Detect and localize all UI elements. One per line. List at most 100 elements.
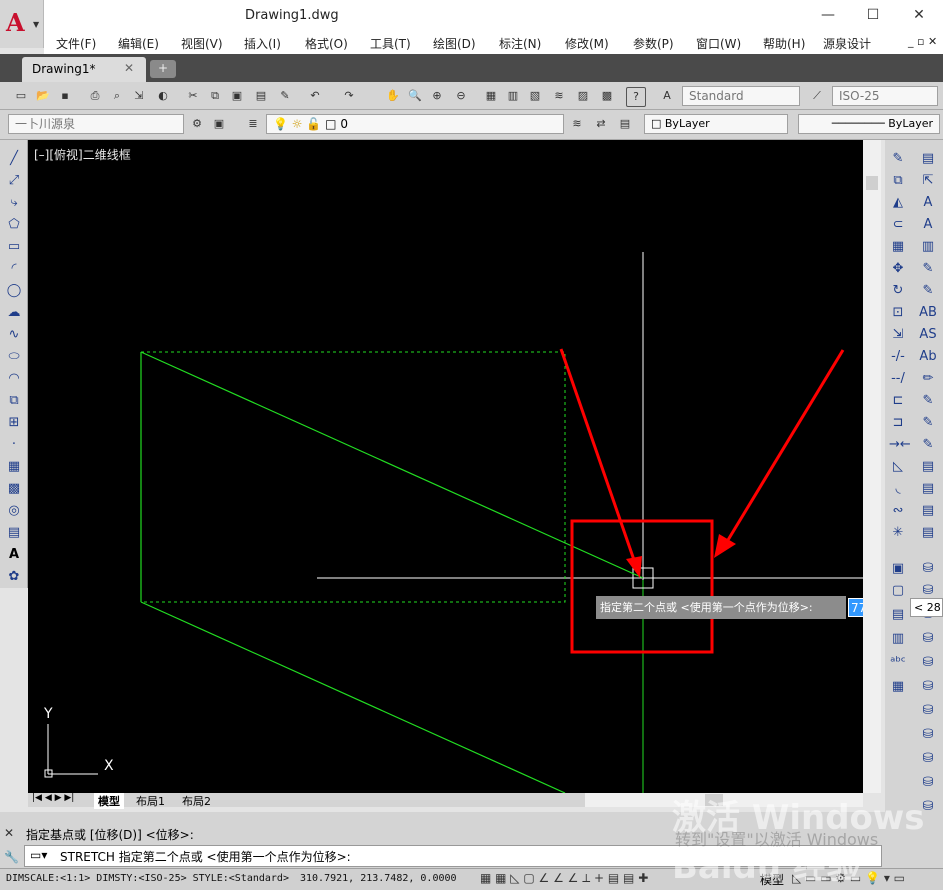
polygon-icon[interactable]: ⬠ <box>5 216 23 234</box>
layer-match-icon[interactable]: ⇱ <box>919 172 937 190</box>
save-icon[interactable]: ▪ <box>56 87 74 105</box>
drawing-canvas[interactable]: [–][俯视]二维线框 Y X 指定第二个点或 <使用第一个点作为位移>: 77… <box>28 140 863 793</box>
brush-3-icon[interactable]: ✎ <box>919 414 937 432</box>
point-icon[interactable]: · <box>5 436 23 454</box>
distance-input[interactable]: 77.7481 <box>848 598 863 617</box>
db-9-icon[interactable]: ⛁ <box>919 750 937 768</box>
mdi-window-controls[interactable]: _ ▫ ✕ <box>908 35 937 48</box>
layer-brush-icon[interactable]: ✎ <box>919 282 937 300</box>
hatch-back-icon[interactable]: ▦ <box>889 678 907 696</box>
design-center-icon[interactable]: ▥ <box>504 87 522 105</box>
menu-tools[interactable]: 工具(T) <box>370 35 411 52</box>
wrench-icon[interactable]: 🔧 <box>4 850 19 864</box>
stack-2-icon[interactable]: ▤ <box>919 480 937 498</box>
command-prompt-icon[interactable]: ▭▾ <box>30 848 47 862</box>
status-toggle-icons[interactable]: ▦ ▦ ◺ ▢ ∠ ∠ ∠ ⟂ + ▤ ▤ ✚ <box>480 871 648 886</box>
join-icon[interactable]: →← <box>889 436 911 454</box>
menu-parameter[interactable]: 参数(P) <box>633 35 674 52</box>
dim-style-select[interactable]: ISO-25 <box>832 86 938 106</box>
multiline-text-icon[interactable]: A <box>5 546 23 564</box>
print-preview-icon[interactable]: ⌕ <box>108 87 126 105</box>
pan-hand-icon[interactable]: ✋ <box>384 87 402 105</box>
close-button[interactable]: ✕ <box>904 4 934 26</box>
tab-layout1[interactable]: 布局1 <box>136 793 165 809</box>
db-8-icon[interactable]: ⛁ <box>919 726 937 744</box>
menu-format[interactable]: 格式(O) <box>305 35 348 52</box>
offset-icon[interactable]: ⊂ <box>889 216 907 234</box>
3d-dwf-icon[interactable]: ◐ <box>154 87 172 105</box>
layer-previous-icon[interactable]: ⇄ <box>592 115 610 133</box>
angle-input[interactable]: < 28 <box>910 598 943 617</box>
erase-icon[interactable]: ✎ <box>889 150 907 168</box>
trim-icon[interactable]: -/- <box>889 348 907 366</box>
ab2-icon[interactable]: Ab <box>919 348 937 366</box>
match-properties-icon[interactable]: ▤ <box>252 87 270 105</box>
color-brush-icon[interactable]: ✎ <box>919 260 937 278</box>
send-back-icon[interactable]: ▤ <box>889 606 907 624</box>
rotate-icon[interactable]: ↻ <box>889 282 907 300</box>
sheet-set-icon[interactable]: ≋ <box>550 87 568 105</box>
brush-icon[interactable]: ✎ <box>276 87 294 105</box>
hatch-icon[interactable]: ▦ <box>5 458 23 476</box>
help-icon[interactable]: ? <box>626 87 646 107</box>
layer-select[interactable]: 💡 ☼ 🔓 □ 0 <box>266 114 564 134</box>
stretch-icon[interactable]: ⇲ <box>889 326 907 344</box>
menu-insert[interactable]: 插入(I) <box>244 35 281 52</box>
color-select[interactable]: □ ByLayer <box>644 114 788 134</box>
menu-window[interactable]: 窗口(W) <box>696 35 741 52</box>
scroll-thumb-vertical[interactable] <box>866 176 878 190</box>
db-7-icon[interactable]: ⛁ <box>919 702 937 720</box>
make-current-layer-icon[interactable]: ≋ <box>568 115 586 133</box>
insert-block-icon[interactable]: ⧉ <box>5 392 23 410</box>
db-4-icon[interactable]: ⛁ <box>919 630 937 648</box>
zoom-window-icon[interactable]: ⊕ <box>428 87 446 105</box>
break-at-point-icon[interactable]: ⊏ <box>889 392 907 410</box>
stack-3-icon[interactable]: ▤ <box>919 502 937 520</box>
menu-edit[interactable]: 编辑(E) <box>118 35 159 52</box>
text-a-icon[interactable]: A <box>919 194 937 212</box>
print-icon[interactable]: ⎙ <box>86 87 104 105</box>
tab-model[interactable]: 模型 <box>94 793 124 809</box>
viewport-label[interactable]: [–][俯视]二维线框 <box>34 146 131 163</box>
db-6-icon[interactable]: ⛁ <box>919 678 937 696</box>
make-block-icon[interactable]: ⊞ <box>5 414 23 432</box>
copy-object-icon[interactable]: ⧉ <box>889 172 907 190</box>
chamfer-icon[interactable]: ◺ <box>889 458 907 476</box>
close-tab-icon[interactable]: ✕ <box>124 61 134 75</box>
fillet-icon[interactable]: ◟ <box>889 480 907 498</box>
ab-icon[interactable]: AB <box>919 304 937 322</box>
region-icon[interactable]: ◎ <box>5 502 23 520</box>
markup-icon[interactable]: ▨ <box>574 87 592 105</box>
layout-nav-arrows[interactable]: |◀ ◀ ▶ ▶| <box>32 793 74 803</box>
stack-4-icon[interactable]: ▤ <box>919 524 937 542</box>
line-icon[interactable]: ╱ <box>5 150 23 168</box>
application-menu-button[interactable]: A ▼ <box>0 0 44 48</box>
ellipse-icon[interactable]: ⬭ <box>5 348 23 366</box>
polyline-icon[interactable]: ⤷ <box>5 194 23 212</box>
text-style-select[interactable]: Standard <box>682 86 800 106</box>
zoom-realtime-icon[interactable]: 🔍 <box>406 87 424 105</box>
db-5-icon[interactable]: ⛁ <box>919 654 937 672</box>
spline-icon[interactable]: ∿ <box>5 326 23 344</box>
rectangle-icon[interactable]: ▭ <box>5 238 23 256</box>
menu-view[interactable]: 视图(V) <box>181 35 223 52</box>
zoom-previous-icon[interactable]: ⊖ <box>452 87 470 105</box>
cut-icon[interactable]: ✂ <box>184 87 202 105</box>
minimize-button[interactable]: — <box>813 4 843 26</box>
menu-yuanquan[interactable]: 源泉设计 <box>823 35 871 52</box>
new-file-icon[interactable]: ▭ <box>12 87 30 105</box>
brush-4-icon[interactable]: ✎ <box>919 436 937 454</box>
abc-icon[interactable]: ᵃᵇᶜ <box>889 654 907 672</box>
circle-icon[interactable]: ◯ <box>5 282 23 300</box>
tool-palettes-icon[interactable]: ▧ <box>526 87 544 105</box>
copy-icon[interactable]: ⧉ <box>206 87 224 105</box>
vertical-scrollbar[interactable] <box>863 140 881 793</box>
pen-icon[interactable]: ✏ <box>919 370 937 388</box>
array-icon[interactable]: ▦ <box>889 238 907 256</box>
paste-icon[interactable]: ▣ <box>228 87 246 105</box>
layer-state-icon[interactable]: ▤ <box>616 115 634 133</box>
maximize-button[interactable]: ☐ <box>858 4 888 26</box>
new-tab-button[interactable]: + <box>150 60 176 78</box>
extend-icon[interactable]: --/ <box>889 370 907 388</box>
layer-properties-icon[interactable]: ≣ <box>244 115 262 133</box>
